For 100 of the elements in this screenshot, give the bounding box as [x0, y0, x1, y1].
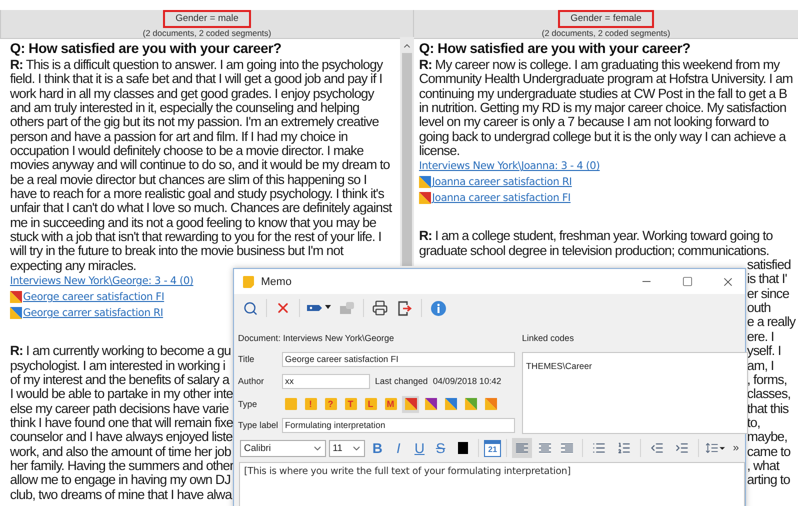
memo-type-icon [444, 398, 456, 410]
document-label: Document: Interviews New York\George [238, 333, 394, 343]
maximize-icon [682, 276, 692, 287]
response-text: Community Health Undergraduate program at Hofstra University. I am [419, 72, 793, 87]
font-select[interactable]: Calibri [240, 440, 326, 456]
memo-type-icon [464, 398, 476, 410]
size-select[interactable]: 11 [328, 440, 366, 456]
response-text: think I have found one that will remain fixe [10, 416, 233, 430]
text-style-button[interactable]: U [410, 438, 429, 458]
memo-icon [419, 176, 431, 188]
response-text: occupation I would definitely choose to be a movie director. I make [10, 144, 364, 158]
response-text: license. [419, 144, 460, 158]
response-text: R: I am a college student, freshman year. Working toward going to [419, 229, 773, 244]
note-icon [284, 398, 296, 410]
align-button[interactable] [512, 438, 532, 458]
response-text: arting to [747, 473, 790, 488]
question-heading: Q: How satisfied are you with your career? [419, 40, 692, 57]
text-style-button[interactable]: B [368, 438, 386, 458]
response-text: maybe, [747, 430, 788, 445]
group-label: Gender = male [163, 10, 251, 28]
color-swatch[interactable] [458, 442, 468, 454]
response-text: counselor and I have always enjoyed liste [10, 430, 232, 445]
source-link[interactable]: Interviews New York\George: 3 - 4 (0) [10, 273, 194, 290]
response-text: R: I am currently working to become a gu [10, 344, 231, 358]
response-text: going back to undergrad college but it is the only way I can achieve a [419, 130, 786, 144]
tag-icon [307, 302, 331, 314]
align-right-icon [560, 442, 574, 454]
response-text: is that I' [747, 272, 787, 287]
field-label: Type label [238, 420, 280, 430]
indent-icon [675, 441, 690, 455]
title-field[interactable]: George career satisfaction FI [282, 352, 515, 366]
response-text: work hard in all my classes and get good grades. I enjoy psychology [10, 86, 374, 102]
response-text: be a real movie director but chances are slim of this happening so I [10, 172, 367, 188]
outdent-icon [650, 441, 664, 455]
linked-codes-label: Linked codes [522, 333, 574, 343]
response-text: came to [747, 444, 790, 459]
more-button[interactable]: » [730, 442, 741, 454]
align-center-icon [538, 442, 552, 454]
response-text: of my interest and the benefits of salary a [10, 372, 230, 388]
response-text: me in succeeding and its not a good feeling to know that you may be [10, 216, 376, 230]
author-field[interactable]: xx [282, 374, 370, 388]
response-text: continuing my undergraduate studies at CW Post in the fall to get a B [419, 86, 787, 102]
response-text: satisfied [747, 258, 791, 272]
response-text: R: My career now is college. I am graduating this weekend from my [419, 58, 780, 72]
numbered-list-icon [617, 441, 632, 455]
response-text: her family. Having the summers and other [10, 458, 234, 474]
bullet-list-icon [592, 441, 606, 455]
response-text: R: This is a difficult question to answer. I am going into the psychology [10, 58, 383, 72]
response-text: others part of the gig but its not my passion. I'm an extremely creative [10, 115, 379, 130]
response-text: am, I [747, 358, 774, 373]
question-heading: Q: How satisfied are you with your career? [10, 40, 282, 57]
response-text: in nutrition. Getting my RD is my major career choice. My satisfaction [419, 101, 786, 116]
group-label: Gender = female [558, 10, 654, 28]
response-text: level on my career is only a 7 because I am not looking forward to [419, 115, 769, 130]
exit-icon [398, 300, 412, 316]
response-text: yself. I [747, 344, 781, 358]
memo-icon [419, 192, 431, 204]
response-text: work, and also the amount of time her job [10, 444, 231, 459]
response-text: , what [747, 458, 780, 474]
field-label: Author [238, 376, 265, 386]
field-label: Type [238, 399, 258, 409]
response-text: will try in the future to break into the movie business but I'm not [10, 244, 344, 259]
memo-text-editor[interactable]: [This is where you write the full text of your formulating interpretation] [239, 462, 745, 506]
date-button[interactable]: 21 [484, 440, 501, 456]
response-text: unfair that I can't do what I love so much. Chances are definitely against [10, 201, 392, 216]
memo-icon [10, 291, 22, 304]
line-spacing-icon [706, 442, 726, 454]
memo-type-option[interactable] [422, 396, 439, 412]
type-label-field[interactable]: Formulating interpretation [282, 418, 515, 432]
search-icon [242, 300, 258, 316]
memo-link[interactable]: Joanna career satisfaction FI [432, 190, 571, 206]
response-text: e a really [747, 315, 796, 330]
printer-icon [372, 300, 388, 316]
response-text: er since [747, 286, 790, 302]
response-text: classes, [747, 387, 791, 402]
memo-type-option[interactable] [462, 396, 479, 412]
memo-link[interactable]: Joanna career satisfaction RI [432, 174, 572, 190]
memo-type-option[interactable] [442, 396, 459, 412]
response-text: ere. I [747, 330, 774, 344]
memo-icon [243, 276, 254, 288]
date-text: 04/09/2018 10:42 [432, 376, 502, 386]
memo-type-icon [404, 398, 416, 410]
memo-link[interactable]: George carrer satisfaction RI [23, 305, 164, 322]
group-summary: (2 documents, 2 coded segments) [142, 28, 272, 38]
memo-link[interactable]: George career satisfaction FI [23, 289, 164, 306]
source-link[interactable]: Interviews New York\Joanna: 3 - 4 (0) [419, 158, 600, 174]
memo-icon [10, 307, 22, 320]
response-text: person and have a passion for art and film. If I had my choice in [10, 130, 348, 144]
response-text: graduate school degree in television production; communications. [419, 244, 769, 258]
response-text: , forms, [747, 372, 787, 388]
text-style-button[interactable]: I [389, 438, 408, 458]
scrollbar[interactable] [400, 37, 414, 266]
linked-code[interactable]: THEMES\Career [526, 361, 592, 371]
text-style-button[interactable]: S [432, 438, 450, 458]
field-label: Last changed [375, 376, 428, 386]
response-text: movies anyway and will continue to do so, and it would be my dream to [10, 158, 390, 173]
response-text: stuck with a job that isn't that rewarding to you for the rest of your life. I [10, 230, 382, 244]
response-text: allow me to engage in having my own DJ [10, 473, 230, 488]
memo-type-option[interactable] [402, 396, 419, 412]
group-summary: (2 documents, 2 coded segments) [542, 28, 670, 38]
